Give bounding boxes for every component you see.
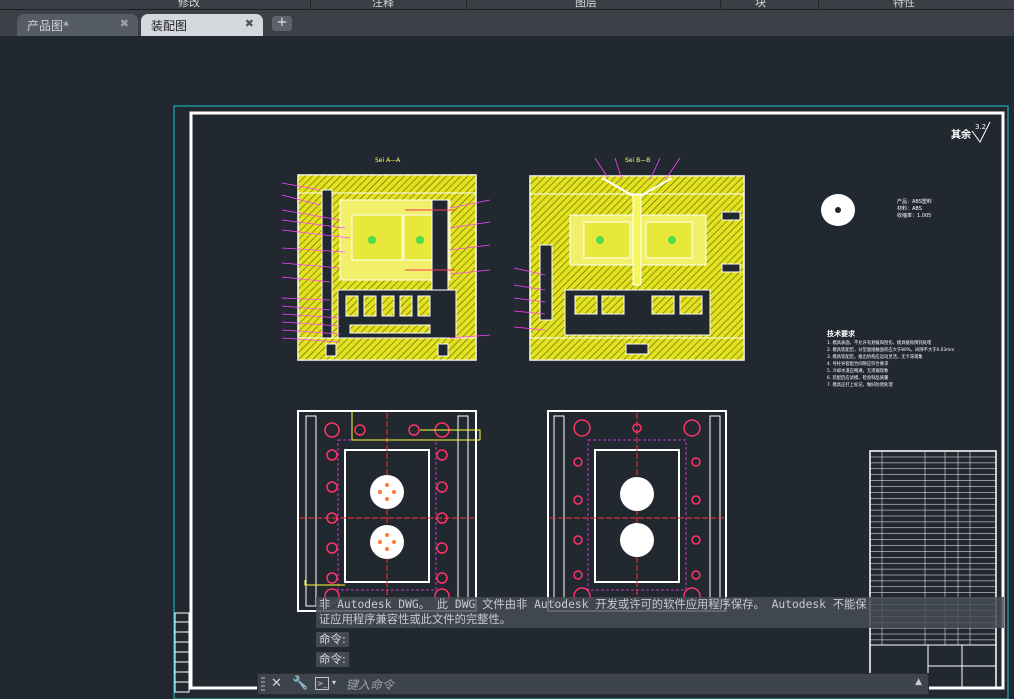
tab-product-drawing[interactable]: 产品图* ✖: [17, 14, 138, 36]
tab-label: 产品图*: [27, 19, 70, 33]
tech-requirements-title: 技术要求: [827, 329, 856, 338]
binding-strip: [174, 612, 190, 693]
wrench-icon[interactable]: 🔧: [292, 676, 308, 691]
section-a-a-label: Sei A—A: [375, 157, 401, 164]
ribbon-group-modify[interactable]: 修改: [178, 0, 200, 9]
ribbon-separator: [310, 0, 311, 9]
command-message: 非 Autodesk DWG。 此 DWG 文件由非 Autodesk 开发或许…: [316, 597, 1004, 628]
tech-line: 5. 冷却水道应畅通，无渗漏现象: [827, 367, 889, 374]
file-tab-bar: 产品图* ✖ 装配图 ✖: [0, 10, 1014, 36]
tech-requirements-list: 1. 模具表面，不允许有划痕和刮伤，模具棱角倒钝处理 2. 模具装配后，分型面接…: [827, 339, 954, 388]
close-icon[interactable]: ✖: [245, 17, 254, 30]
tech-line: 3. 模具装配后，推出机构应运动灵活，无卡滞现象: [827, 353, 923, 360]
message-line-1: 非 Autodesk DWG。 此 DWG 文件由非 Autodesk 开发或许…: [319, 598, 867, 611]
ribbon-separator: [818, 0, 819, 9]
command-input[interactable]: [344, 676, 908, 694]
drag-handle[interactable]: [261, 677, 265, 691]
command-prompt-icon[interactable]: >_: [315, 677, 329, 690]
ribbon-separator: [466, 0, 467, 9]
command-history-line: 命令:: [316, 632, 349, 647]
ribbon-group-block-dropdown-icon[interactable]: ▾: [774, 0, 779, 1]
tech-line: 4. 导柱导套配合间隙应符合要求: [827, 360, 889, 367]
tab-assembly-drawing[interactable]: 装配图 ✖: [141, 14, 263, 36]
bill-of-materials-table: [869, 450, 997, 689]
tab-label: 装配图: [151, 19, 188, 33]
roughness-text: 其余: [951, 128, 972, 141]
plan-view-left: [297, 410, 481, 612]
new-tab-button[interactable]: +: [272, 16, 292, 31]
close-icon[interactable]: ✖: [120, 17, 129, 30]
ribbon-group-modify-dropdown-icon[interactable]: ▾: [214, 0, 219, 1]
chevron-down-icon[interactable]: ▾: [332, 678, 336, 687]
tech-line: 7. 模具应打上标记，做好防锈处理: [827, 381, 893, 388]
product-note-1: 产品：ABS塑料: [897, 198, 932, 205]
plus-icon: +: [276, 15, 288, 30]
product-preview: [821, 194, 855, 226]
section-b-b-label: Sei B—B: [625, 157, 650, 164]
roughness-value: 3.2: [975, 123, 986, 131]
ribbon-group-block[interactable]: 块: [755, 0, 766, 9]
section-b-b-view: Sei B—B: [513, 157, 745, 361]
ribbon-group-layers[interactable]: 图层: [575, 0, 597, 9]
section-a-a-view: Sei A—A: [281, 157, 491, 361]
chevron-up-icon[interactable]: ▲: [915, 677, 922, 687]
ribbon-group-annotation[interactable]: 注释: [372, 0, 394, 9]
plan-view-right: [547, 410, 727, 612]
ribbon-group-annotation-dropdown-icon[interactable]: ▾: [406, 0, 411, 1]
tech-line: 1. 模具表面，不允许有划痕和刮伤，模具棱角倒钝处理: [827, 339, 932, 346]
command-history-line: 命令:: [316, 652, 349, 667]
ribbon-panel-bar: 修改 ▾ 注释 ▾ 图层 ▾ 块 ▾ 特性 ▾: [0, 0, 1014, 10]
ribbon-group-properties-dropdown-icon[interactable]: ▾: [926, 0, 931, 1]
product-note-2: 材料：ABS: [897, 205, 922, 212]
tech-line: 6. 装配后应试模，检验制品质量: [827, 374, 889, 381]
ribbon-separator: [720, 0, 721, 9]
close-icon[interactable]: ✕: [271, 676, 282, 691]
command-bar: ✕ 🔧 >_ ▾ ▲: [257, 673, 929, 695]
message-line-2: 证应用程序兼容性或此文件的完整性。: [319, 613, 512, 626]
product-note-3: 收缩率：1.005: [897, 212, 931, 219]
tech-line: 2. 模具装配后，分型面接触面积应大于80%，间隙不大于0.03mm: [827, 346, 954, 353]
ribbon-group-properties[interactable]: 特性: [893, 0, 915, 9]
ribbon-group-layers-dropdown-icon[interactable]: ▾: [608, 0, 613, 1]
